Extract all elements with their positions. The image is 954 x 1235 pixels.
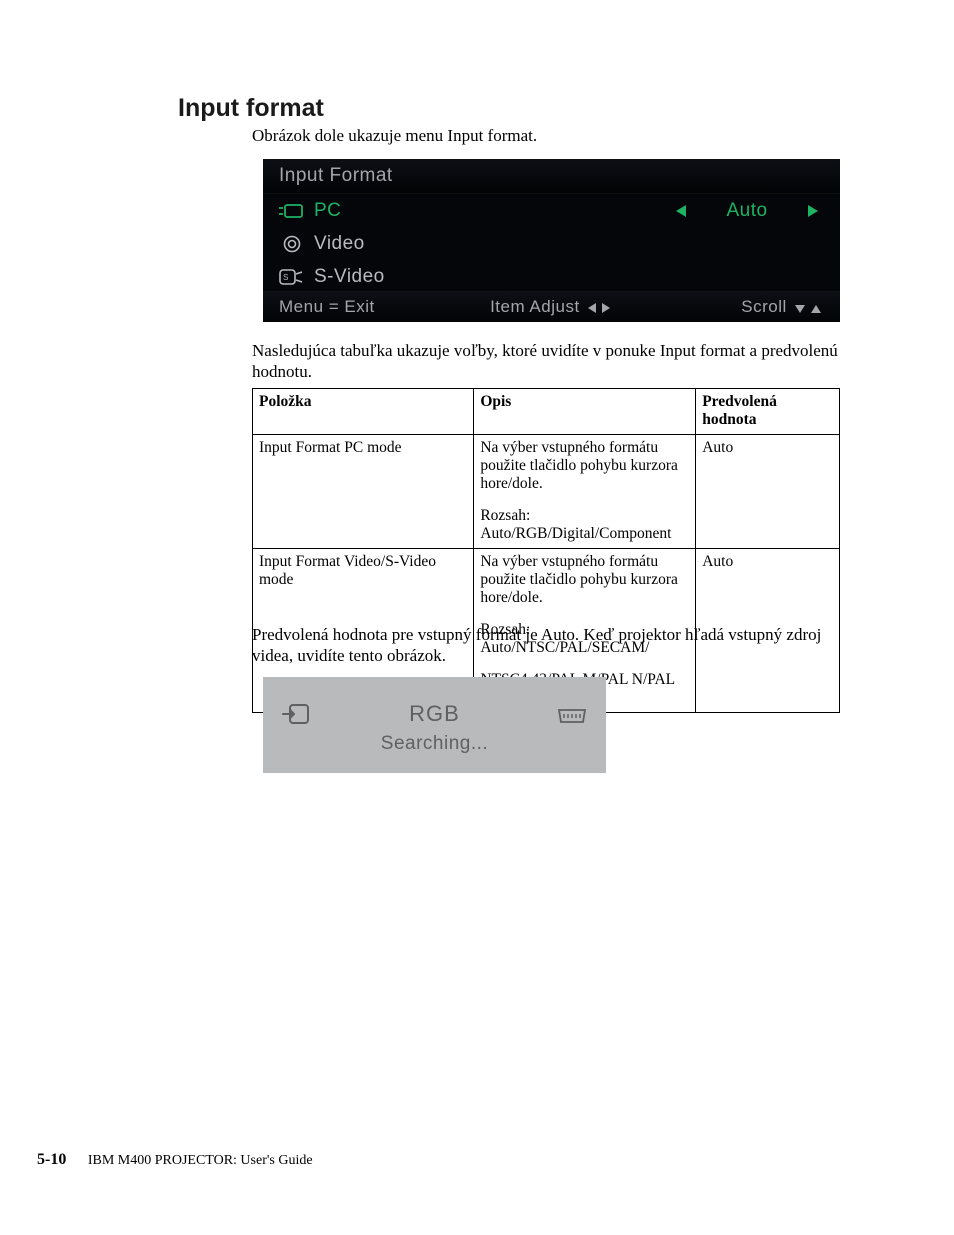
osd-item-pc: PC Auto xyxy=(263,194,840,227)
arrow-up-icon xyxy=(811,305,821,313)
section-heading: Input format xyxy=(178,94,324,123)
table-header: Opis xyxy=(474,389,696,435)
input-source-icon xyxy=(281,703,311,731)
arrow-down-icon xyxy=(795,305,805,313)
osd-item-label: PC xyxy=(314,200,341,222)
table-header: Predvolená hodnota xyxy=(696,389,840,435)
svg-text:S: S xyxy=(283,273,289,282)
table-header-row: Položka Opis Predvolená hodnota xyxy=(253,389,840,435)
table-cell-default: Auto xyxy=(696,435,840,549)
osd-scroll-hint: Scroll xyxy=(642,297,824,317)
osd-item-value: Auto xyxy=(712,200,782,222)
arrow-left-icon xyxy=(676,205,686,217)
osd-footer: Menu = Exit Item Adjust Scroll xyxy=(263,291,840,322)
video-icon xyxy=(279,235,304,253)
page-footer: 5-10 IBM M400 PROJECTOR: User's Guide xyxy=(37,1151,313,1169)
osd-item-svideo: S S-Video xyxy=(263,260,840,293)
osd-item-label: S-Video xyxy=(314,266,385,288)
pc-icon xyxy=(279,202,304,220)
searching-mode: RGB xyxy=(409,701,460,727)
osd-item-label: Video xyxy=(314,233,365,255)
arrow-left-icon xyxy=(588,303,596,313)
page-number: 5-10 xyxy=(37,1151,66,1168)
table-cell-item: Input Format PC mode xyxy=(253,435,474,549)
after-table-text: Predvolená hodnota pre vstupný formát je… xyxy=(252,624,840,667)
table-cell-desc: Na výber vstupného formátu použite tlači… xyxy=(474,435,696,549)
arrow-right-icon xyxy=(808,205,818,217)
table-row: Input Format PC mode Na výber vstupného … xyxy=(253,435,840,549)
osd-title: Input Format xyxy=(263,159,840,194)
osd-adjust-hint: Item Adjust xyxy=(461,297,643,317)
searching-status: Searching... xyxy=(263,733,606,755)
table-header: Položka xyxy=(253,389,474,435)
svideo-icon: S xyxy=(279,268,304,286)
searching-osd: RGB Searching... xyxy=(263,677,606,773)
osd-exit-hint: Menu = Exit xyxy=(279,297,461,317)
keyboard-icon xyxy=(556,705,588,731)
after-osd-text: Nasledujúca tabuľka ukazuje voľby, ktoré… xyxy=(252,340,842,383)
book-title: IBM M400 PROJECTOR: User's Guide xyxy=(88,1153,313,1168)
page: Input format Obrázok dole ukazuje menu I… xyxy=(0,0,954,1235)
intro-text: Obrázok dole ukazuje menu Input format. xyxy=(252,126,832,146)
osd-item-video: Video xyxy=(263,227,840,260)
osd-menu: Input Format PC Auto Vide xyxy=(263,159,840,322)
arrow-right-icon xyxy=(602,303,610,313)
